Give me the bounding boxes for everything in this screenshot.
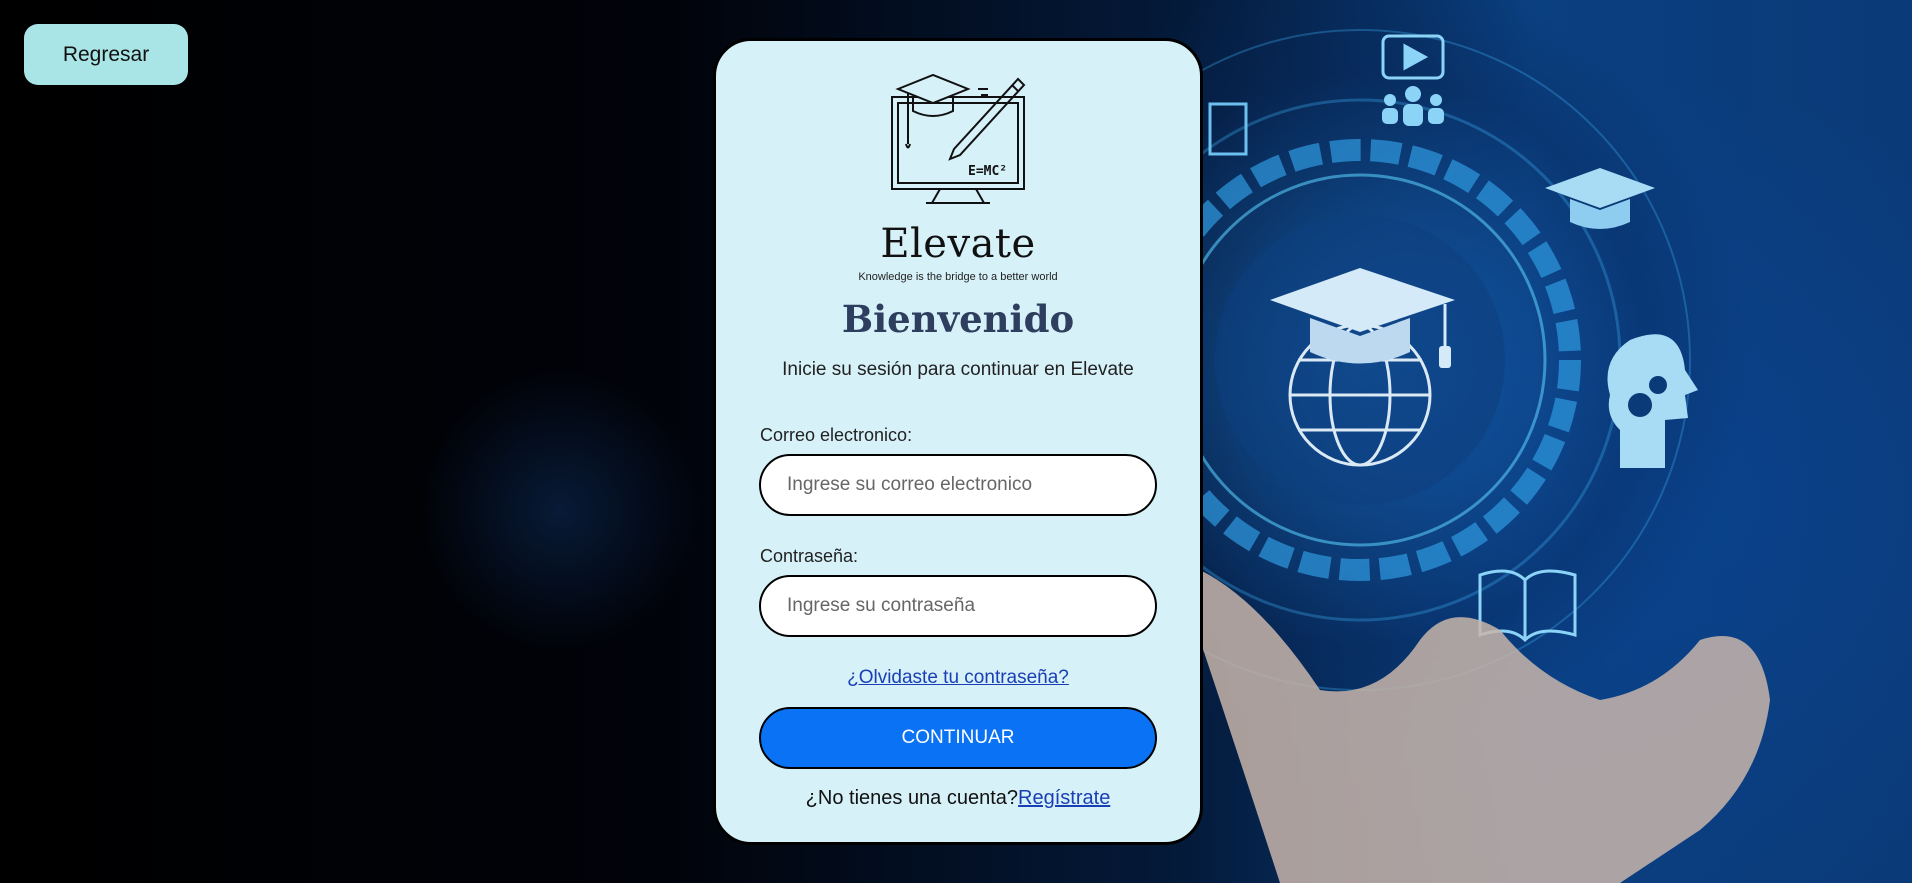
forgot-password-link[interactable]: ¿Olvidaste tu contraseña? bbox=[847, 667, 1069, 689]
people-icon bbox=[1382, 86, 1444, 126]
password-field[interactable] bbox=[759, 575, 1157, 637]
email-label: Correo electronico: bbox=[760, 425, 913, 445]
hand bbox=[1200, 570, 1770, 883]
svg-text:E=MC²: E=MC² bbox=[968, 164, 1007, 179]
password-label: Contraseña: bbox=[760, 546, 859, 566]
page-title: Bienvenido bbox=[841, 297, 1075, 341]
brand-tagline: Knowledge is the bridge to a better worl… bbox=[858, 271, 1058, 283]
login-subtitle: Inicie su sesión para continuar en Eleva… bbox=[782, 359, 1134, 380]
no-account-text: ¿No tienes una cuenta? bbox=[805, 787, 1019, 809]
cap-small-icon bbox=[1545, 168, 1655, 229]
play-icon bbox=[1381, 34, 1445, 80]
back-button[interactable]: Regresar bbox=[24, 24, 188, 85]
signup-row: ¿No tienes una cuenta?Regístrate bbox=[806, 787, 1111, 810]
head-gears-icon bbox=[1607, 334, 1698, 468]
signup-link[interactable]: Regístrate bbox=[1018, 787, 1110, 809]
continue-button[interactable]: CONTINUAR bbox=[759, 707, 1157, 769]
graduation-monitor-logo-icon: E=MC² bbox=[891, 73, 1026, 204]
email-field[interactable] bbox=[759, 454, 1157, 516]
login-card: E=MC² Elevate Knowledge is the bridge to… bbox=[713, 38, 1203, 845]
brand-name: Elevate bbox=[880, 221, 1036, 267]
